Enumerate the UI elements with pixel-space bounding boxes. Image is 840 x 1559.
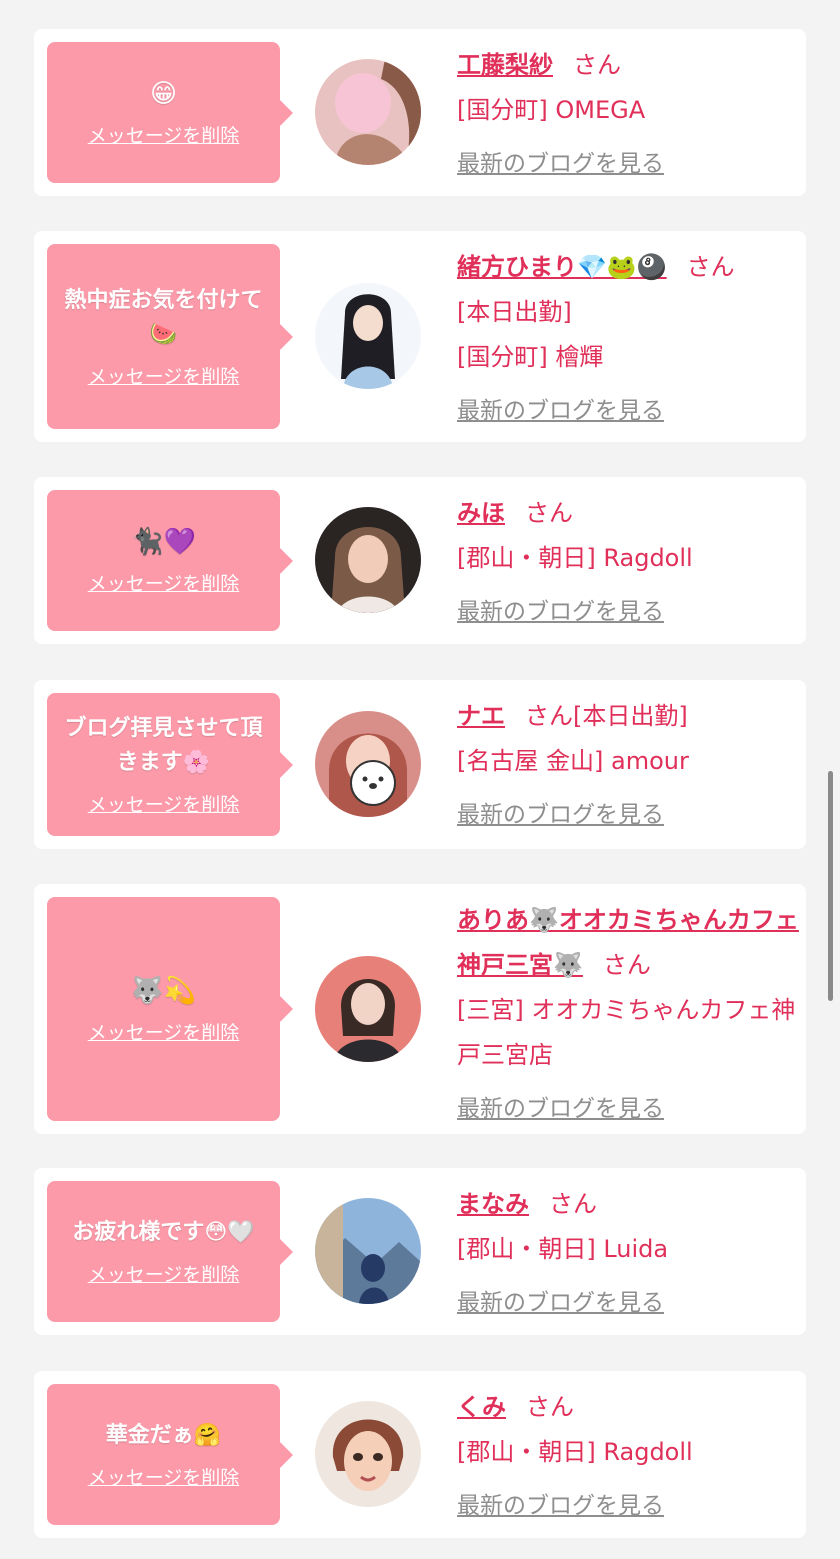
message-card: ブログ拝見させて頂きます🌸 メッセージを削除 ナエ さん[本日出勤] [名古屋 金… <box>34 680 806 849</box>
avatar[interactable] <box>315 283 421 389</box>
avatar[interactable] <box>315 956 421 1062</box>
shop-info: [国分町] OMEGA <box>457 96 646 124</box>
honorific: さん <box>525 702 573 730</box>
latest-blog-link[interactable]: 最新のブログを見る <box>457 793 797 838</box>
girl-info: まなみ さん [郡山・朝日] Luida 最新のブログを見る <box>457 1182 797 1326</box>
avatar[interactable] <box>315 1198 421 1304</box>
honorific: さん <box>525 1393 574 1421</box>
message-bubble: 華金だぁ🤗 メッセージを削除 <box>47 1384 293 1525</box>
message-text: 熱中症お気を付けて🍉 <box>64 288 263 347</box>
message-text: 🐈‍⬛💜 <box>131 527 196 557</box>
avatar-photo-icon <box>315 711 421 817</box>
avatar-photo-icon <box>315 283 421 389</box>
delete-message-link[interactable]: メッセージを削除 <box>88 1260 240 1287</box>
avatar-photo-icon <box>315 507 421 613</box>
avatar[interactable] <box>315 1401 421 1507</box>
message-card: 🐺💫 メッセージを削除 ありあ🐺オオカミちゃんカフェ神戸三宮🐺 さん [三宮] オ… <box>34 884 806 1134</box>
avatar-photo-icon <box>315 1401 421 1507</box>
latest-blog-link[interactable]: 最新のブログを見る <box>457 1281 797 1326</box>
scrollbar[interactable] <box>828 771 833 1001</box>
message-card: 華金だぁ🤗 メッセージを削除 くみ さん [郡山・朝日] Ragdoll 最新のブ… <box>34 1371 806 1538</box>
delete-message-link[interactable]: メッセージを削除 <box>88 362 240 389</box>
girl-name-link[interactable]: みほ <box>457 499 505 527</box>
delete-message-link[interactable]: メッセージを削除 <box>88 569 240 596</box>
girl-info: 工藤梨紗 さん [国分町] OMEGA 最新のブログを見る <box>457 43 797 187</box>
avatar[interactable] <box>315 507 421 613</box>
latest-blog-link[interactable]: 最新のブログを見る <box>457 389 797 434</box>
avatar[interactable] <box>315 711 421 817</box>
status-info: [本日出勤] <box>573 702 688 730</box>
message-bubble: ブログ拝見させて頂きます🌸 メッセージを削除 <box>47 693 293 836</box>
girl-info: くみ さん [郡山・朝日] Ragdoll 最新のブログを見る <box>457 1385 797 1529</box>
girl-info: みほ さん [郡山・朝日] Ragdoll 最新のブログを見る <box>457 491 797 635</box>
delete-message-link[interactable]: メッセージを削除 <box>88 1018 240 1045</box>
latest-blog-link[interactable]: 最新のブログを見る <box>457 1484 797 1529</box>
delete-message-link[interactable]: メッセージを削除 <box>88 790 240 817</box>
message-text: 華金だぁ🤗 <box>105 1423 222 1448</box>
avatar[interactable] <box>315 59 421 165</box>
latest-blog-link[interactable]: 最新のブログを見る <box>457 1087 802 1132</box>
delete-message-link[interactable]: メッセージを削除 <box>88 121 240 148</box>
message-bubble: 熱中症お気を付けて🍉 メッセージを削除 <box>47 244 293 429</box>
avatar-photo-icon <box>315 1198 421 1304</box>
message-card: 熱中症お気を付けて🍉 メッセージを削除 緒方ひまり💎🐸🎱 さん [本日出勤] [国… <box>34 231 806 442</box>
shop-info: [名古屋 金山] amour <box>457 747 689 775</box>
shop-info: [三宮] オオカミちゃんカフェ神戸三宮店 <box>457 996 796 1069</box>
honorific: さん <box>525 499 573 527</box>
girl-name-link[interactable]: 工藤梨紗 <box>457 51 553 79</box>
shop-info: [郡山・朝日] Ragdoll <box>457 544 693 572</box>
message-card: お疲れ様です😳🤍 メッセージを削除 まなみ さん [郡山・朝日] Luida 最新… <box>34 1168 806 1335</box>
shop-info: [郡山・朝日] Luida <box>457 1235 669 1263</box>
honorific: さん <box>686 253 735 281</box>
honorific: さん <box>573 51 621 79</box>
delete-message-link[interactable]: メッセージを削除 <box>88 1463 240 1490</box>
latest-blog-link[interactable]: 最新のブログを見る <box>457 590 797 635</box>
message-text: ブログ拝見させて頂きます🌸 <box>64 716 263 775</box>
message-bubble: 🐈‍⬛💜 メッセージを削除 <box>47 490 293 631</box>
girl-info: ナエ さん[本日出勤] [名古屋 金山] amour 最新のブログを見る <box>457 694 797 838</box>
message-card: 🐈‍⬛💜 メッセージを削除 みほ さん [郡山・朝日] Ragdoll 最新のブロ… <box>34 477 806 644</box>
girl-info: ありあ🐺オオカミちゃんカフェ神戸三宮🐺 さん [三宮] オオカミちゃんカフェ神戸三… <box>457 898 802 1132</box>
honorific: さん <box>549 1190 597 1218</box>
message-bubble: 🐺💫 メッセージを削除 <box>47 897 293 1121</box>
status-info: [本日出勤] <box>457 298 572 326</box>
message-bubble: お疲れ様です😳🤍 メッセージを削除 <box>47 1181 293 1322</box>
girl-name-link[interactable]: まなみ <box>457 1190 529 1218</box>
shop-info: [郡山・朝日] Ragdoll <box>457 1438 693 1466</box>
honorific: さん <box>602 951 651 979</box>
message-text: 🐺💫 <box>131 975 196 1006</box>
message-text: 😁 <box>149 79 178 109</box>
girl-name-link[interactable]: ナエ <box>457 702 505 730</box>
message-text: お疲れ様です😳🤍 <box>72 1220 255 1245</box>
avatar-photo-icon <box>315 956 421 1062</box>
girl-info: 緒方ひまり💎🐸🎱 さん [本日出勤] [国分町] 檜輝 最新のブログを見る <box>457 245 797 434</box>
latest-blog-link[interactable]: 最新のブログを見る <box>457 142 797 187</box>
girl-name-link[interactable]: 緒方ひまり💎🐸🎱 <box>457 253 667 281</box>
girl-name-link[interactable]: くみ <box>457 1393 506 1421</box>
avatar-photo-icon <box>315 59 421 165</box>
message-bubble: 😁 メッセージを削除 <box>47 42 293 183</box>
message-card: 😁 メッセージを削除 工藤梨紗 さん [国分町] OMEGA 最新のブログを見る <box>34 29 806 196</box>
shop-info: [国分町] 檜輝 <box>457 343 604 371</box>
